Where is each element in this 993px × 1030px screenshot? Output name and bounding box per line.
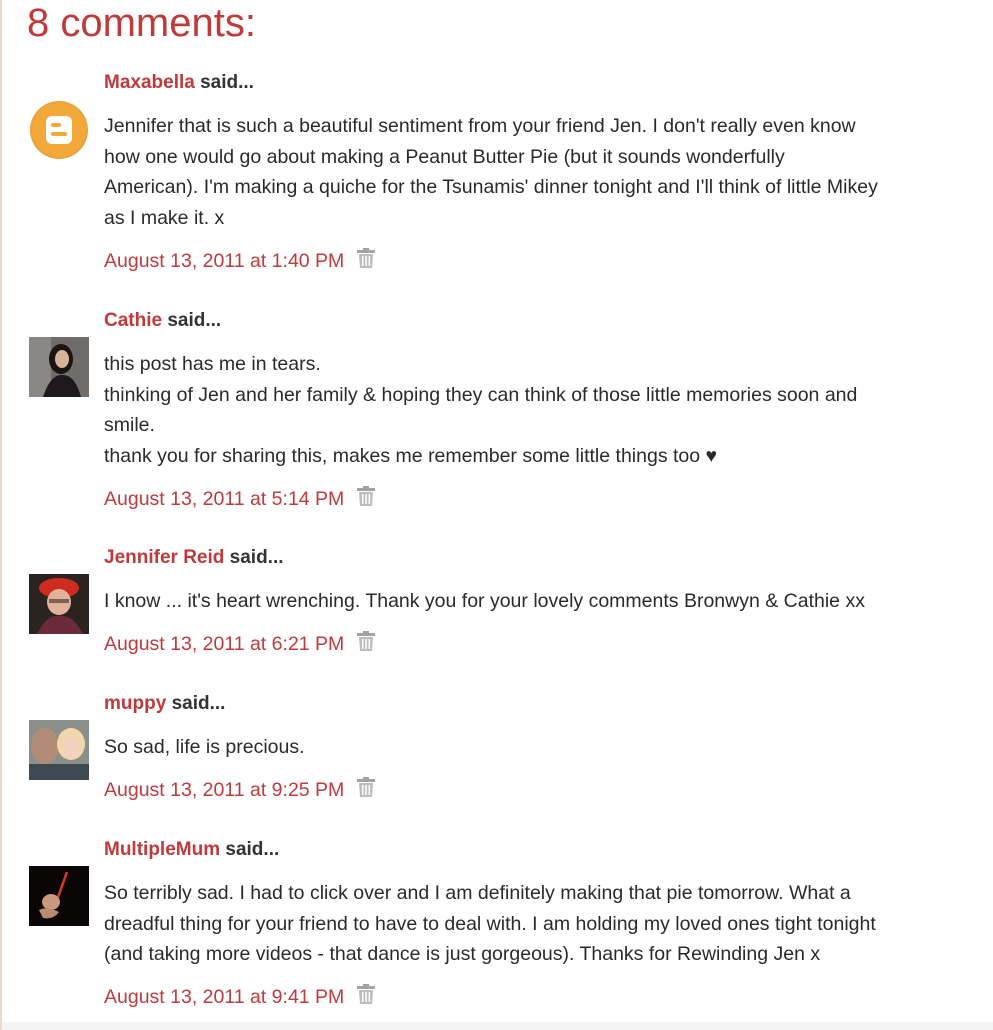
comment-body-line: American). I'm making a quiche for the T… — [104, 176, 878, 198]
comment-body-line: (and taking more videos - that dance is … — [104, 943, 821, 965]
said-label: said... — [167, 310, 222, 331]
trash-icon[interactable] — [356, 247, 376, 275]
comment-body-line: as I make it. x — [104, 206, 225, 229]
comment-body-line: So sad, life is precious. — [104, 736, 305, 758]
comment-author-link[interactable]: muppy — [104, 693, 166, 714]
comment-footer: August 13, 2011 at 1:40 PM — [104, 247, 376, 275]
blogger-icon[interactable] — [29, 99, 89, 159]
said-label: said... — [171, 693, 226, 714]
comment-body-line: thank you for sharing this, makes me rem… — [104, 444, 718, 467]
comment-footer: August 13, 2011 at 6:21 PM — [104, 630, 376, 658]
comment-author-link[interactable]: MultipleMum — [104, 839, 220, 860]
comments-page: 8 comments: Maxabella said... Jennifer t… — [0, 0, 993, 1030]
comment-body-line: smile. — [104, 414, 155, 436]
comment-author-line: Maxabella said... — [104, 71, 254, 95]
avatar[interactable] — [29, 720, 89, 780]
comment-body-line: So terribly sad. I had to click over and… — [104, 882, 851, 904]
comment-body-line: thinking of Jen and her family & hoping … — [104, 383, 858, 406]
comment-body-line: dreadful thing for your friend to have t… — [104, 912, 876, 935]
comment-author-link[interactable]: Cathie — [104, 310, 162, 331]
trash-icon[interactable] — [356, 776, 376, 804]
page-bottom-band — [2, 1022, 993, 1030]
comment-author-line: muppy said... — [104, 692, 225, 716]
comment-footer: August 13, 2011 at 9:25 PM — [104, 776, 376, 804]
comment-author-line: Cathie said... — [104, 309, 221, 333]
comment-author-link[interactable]: Maxabella — [104, 72, 195, 93]
comment-footer: August 13, 2011 at 5:14 PM — [104, 485, 376, 513]
trash-icon[interactable] — [356, 485, 376, 513]
comment-timestamp-link[interactable]: August 13, 2011 at 1:40 PM — [104, 250, 344, 272]
comment-timestamp-link[interactable]: August 13, 2011 at 5:14 PM — [104, 488, 344, 510]
comment-author-link[interactable]: Jennifer Reid — [104, 547, 224, 568]
comment-body-line: Jennifer that is such a beautiful sentim… — [104, 115, 856, 137]
comment-body: Jennifer that is such a beautiful sentim… — [104, 111, 984, 233]
said-label: said... — [200, 72, 254, 93]
comment-body: So sad, life is precious. — [104, 732, 984, 763]
comment-body: So terribly sad. I had to click over and… — [104, 878, 984, 970]
avatar[interactable] — [29, 574, 89, 634]
comment-timestamp-link[interactable]: August 13, 2011 at 9:41 PM — [104, 986, 344, 1008]
avatar[interactable] — [29, 866, 89, 926]
trash-icon[interactable] — [356, 983, 376, 1011]
said-label: said... — [225, 839, 280, 860]
comment-timestamp-link[interactable]: August 13, 2011 at 6:21 PM — [104, 633, 344, 655]
comment-body-line: I know ... it's heart wrenching. Thank y… — [104, 590, 865, 612]
comment-author-line: MultipleMum said... — [104, 838, 279, 862]
comment-body-line: how one would go about making a Peanut B… — [104, 145, 785, 168]
comments-heading: 8 comments: — [27, 1, 256, 45]
comment-body-line: this post has me in tears. — [104, 353, 321, 375]
avatar[interactable] — [29, 337, 89, 397]
comment-footer: August 13, 2011 at 9:41 PM — [104, 983, 376, 1011]
comment-author-line: Jennifer Reid said... — [104, 546, 284, 570]
comment-body: this post has me in tears. thinking of J… — [104, 349, 984, 471]
trash-icon[interactable] — [356, 630, 376, 658]
comment-body: I know ... it's heart wrenching. Thank y… — [104, 586, 984, 617]
comment-timestamp-link[interactable]: August 13, 2011 at 9:25 PM — [104, 779, 344, 801]
said-label: said... — [229, 547, 284, 568]
